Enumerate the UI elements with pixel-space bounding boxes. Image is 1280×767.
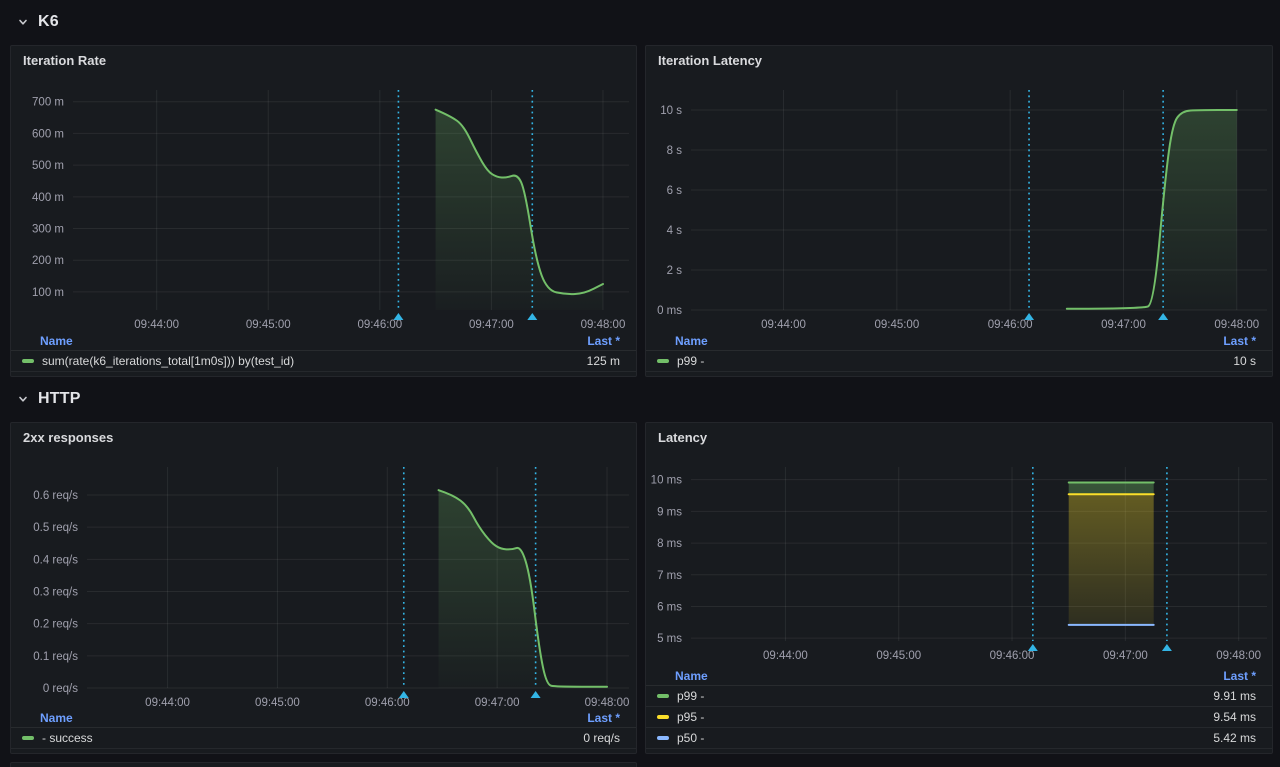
legend-row: sum(rate(k6_iterations_total[1m0s])) by(… <box>11 351 636 372</box>
svg-text:09:48:00: 09:48:00 <box>1216 650 1261 662</box>
svg-text:09:45:00: 09:45:00 <box>874 319 919 331</box>
svg-text:09:44:00: 09:44:00 <box>763 650 808 662</box>
legend-row: p99 -9.91 ms <box>646 686 1272 707</box>
series-color-swatch <box>22 736 34 740</box>
svg-text:09:48:00: 09:48:00 <box>585 697 630 709</box>
legend-row: p95 -9.54 ms <box>646 707 1272 728</box>
legend-sort-name[interactable]: Name <box>675 334 708 348</box>
svg-text:0 ms: 0 ms <box>657 305 682 317</box>
legend-sort-name[interactable]: Name <box>675 669 708 683</box>
svg-text:500 m: 500 m <box>32 160 64 172</box>
series-name[interactable]: p95 - <box>677 710 1213 724</box>
svg-text:09:45:00: 09:45:00 <box>255 697 300 709</box>
section-toggle-http[interactable]: HTTP <box>16 390 81 408</box>
series-last-value: 5.42 ms <box>1213 731 1256 745</box>
chevron-down-icon <box>16 15 30 29</box>
series-last-value: 0 req/s <box>583 731 620 745</box>
svg-text:9 ms: 9 ms <box>657 506 682 518</box>
chevron-down-icon <box>16 392 30 406</box>
svg-text:7 ms: 7 ms <box>657 570 682 582</box>
svg-text:10 s: 10 s <box>660 105 682 117</box>
svg-text:100 m: 100 m <box>32 287 64 299</box>
svg-text:200 m: 200 m <box>32 255 64 267</box>
legend-row: p99 -10 s <box>646 351 1272 372</box>
section-title: HTTP <box>38 390 81 408</box>
series-last-value: 125 m <box>587 354 620 368</box>
svg-text:4 s: 4 s <box>667 225 683 237</box>
series-last-value: 9.91 ms <box>1213 689 1256 703</box>
svg-text:600 m: 600 m <box>32 128 64 140</box>
timeseries-chart-iteration-latency[interactable]: 10 s 8 s 6 s 4 s 2 s 0 ms 09:44:00 09:45:00 09:4… <box>646 46 1272 376</box>
timeseries-chart-2xx-responses[interactable]: 0.6 req/s 0.5 req/s 0.4 req/s 0.3 req/s 0.2 … <box>11 423 636 753</box>
svg-text:0.6 req/s: 0.6 req/s <box>33 490 78 502</box>
svg-text:0.1 req/s: 0.1 req/s <box>33 651 78 663</box>
svg-text:300 m: 300 m <box>32 224 64 236</box>
svg-text:400 m: 400 m <box>32 192 64 204</box>
series-name[interactable]: p99 - <box>677 354 1233 368</box>
legend-sort-last[interactable]: Last * <box>1223 334 1256 348</box>
svg-text:09:45:00: 09:45:00 <box>876 650 921 662</box>
svg-text:6 ms: 6 ms <box>657 601 682 613</box>
svg-text:09:44:00: 09:44:00 <box>145 697 190 709</box>
svg-text:09:47:00: 09:47:00 <box>469 319 514 331</box>
panel-iteration-rate: Iteration Rate 700 m600 m500 m400 m300 m… <box>10 45 637 377</box>
panel-latency: Latency 10 ms9 ms8 ms7 ms6 ms5 ms09:44:0… <box>645 422 1273 754</box>
series-color-swatch <box>657 359 669 363</box>
timeseries-chart-iteration-rate[interactable]: 700 m 600 m 500 m 400 m 300 m 200 m 100 m 09:44… <box>11 46 636 376</box>
series-name[interactable]: p50 - <box>677 731 1213 745</box>
panel-2xx-responses: 2xx responses 0.6 req/s0.5 req/s0.4 req/… <box>10 422 637 754</box>
legend-iteration-latency: Name Last * p99 -10 s <box>646 332 1272 372</box>
legend-latency: NameLast *p99 -9.91 msp95 -9.54 msp50 -5… <box>646 667 1272 749</box>
series-name[interactable]: p99 - <box>677 689 1213 703</box>
svg-text:8 s: 8 s <box>667 145 683 157</box>
section-toggle-k6[interactable]: K6 <box>16 13 59 31</box>
legend-row: p50 -5.42 ms <box>646 728 1272 749</box>
svg-text:09:47:00: 09:47:00 <box>1103 650 1148 662</box>
series-name[interactable]: sum(rate(k6_iterations_total[1m0s])) by(… <box>42 354 587 368</box>
svg-text:09:46:00: 09:46:00 <box>988 319 1033 331</box>
legend-sort-last[interactable]: Last * <box>1223 669 1256 683</box>
svg-text:0.5 req/s: 0.5 req/s <box>33 522 78 534</box>
series-last-value: 10 s <box>1233 354 1256 368</box>
svg-text:09:44:00: 09:44:00 <box>134 319 179 331</box>
series-color-swatch <box>657 694 669 698</box>
svg-text:0.3 req/s: 0.3 req/s <box>33 586 78 598</box>
section-title: K6 <box>38 13 59 31</box>
svg-text:0 req/s: 0 req/s <box>43 683 78 695</box>
series-last-value: 9.54 ms <box>1213 710 1256 724</box>
svg-text:6 s: 6 s <box>667 185 683 197</box>
svg-text:09:47:00: 09:47:00 <box>1101 319 1146 331</box>
svg-text:09:45:00: 09:45:00 <box>246 319 291 331</box>
dashboard: K6 HTTP Iteration Rate 700 m600 m500 m40… <box>0 0 1280 767</box>
svg-text:09:44:00: 09:44:00 <box>761 319 806 331</box>
svg-text:09:46:00: 09:46:00 <box>990 650 1035 662</box>
legend-row: - success0 req/s <box>11 728 636 749</box>
legend-sort-last[interactable]: Last * <box>587 711 620 725</box>
legend-sort-name[interactable]: Name <box>40 711 73 725</box>
svg-text:700 m: 700 m <box>32 97 64 109</box>
svg-text:09:48:00: 09:48:00 <box>581 319 626 331</box>
series-color-swatch <box>657 736 669 740</box>
legend-sort-last[interactable]: Last * <box>587 334 620 348</box>
panel-iteration-latency: Iteration Latency 10 s8 s6 s4 s2 s0 ms09… <box>645 45 1273 377</box>
series-color-swatch <box>22 359 34 363</box>
svg-text:09:46:00: 09:46:00 <box>365 697 410 709</box>
svg-text:09:47:00: 09:47:00 <box>475 697 520 709</box>
legend-sort-name[interactable]: Name <box>40 334 73 348</box>
svg-text:2 s: 2 s <box>667 265 683 277</box>
legend-iteration-rate: Name Last *sum(rate(k6_iterations_total[1… <box>11 332 636 372</box>
series-color-swatch <box>657 715 669 719</box>
svg-text:09:48:00: 09:48:00 <box>1214 319 1259 331</box>
panel-next-row-sliver <box>10 762 637 767</box>
svg-text:10 ms: 10 ms <box>651 475 683 487</box>
svg-text:8 ms: 8 ms <box>657 538 682 550</box>
svg-text:0.2 req/s: 0.2 req/s <box>33 619 78 631</box>
legend-2xx-responses: Name Last * - success0 req/s <box>11 709 636 749</box>
series-name[interactable]: - success <box>42 731 583 745</box>
svg-text:5 ms: 5 ms <box>657 633 682 645</box>
svg-text:0.4 req/s: 0.4 req/s <box>33 554 78 566</box>
svg-text:09:46:00: 09:46:00 <box>357 319 402 331</box>
